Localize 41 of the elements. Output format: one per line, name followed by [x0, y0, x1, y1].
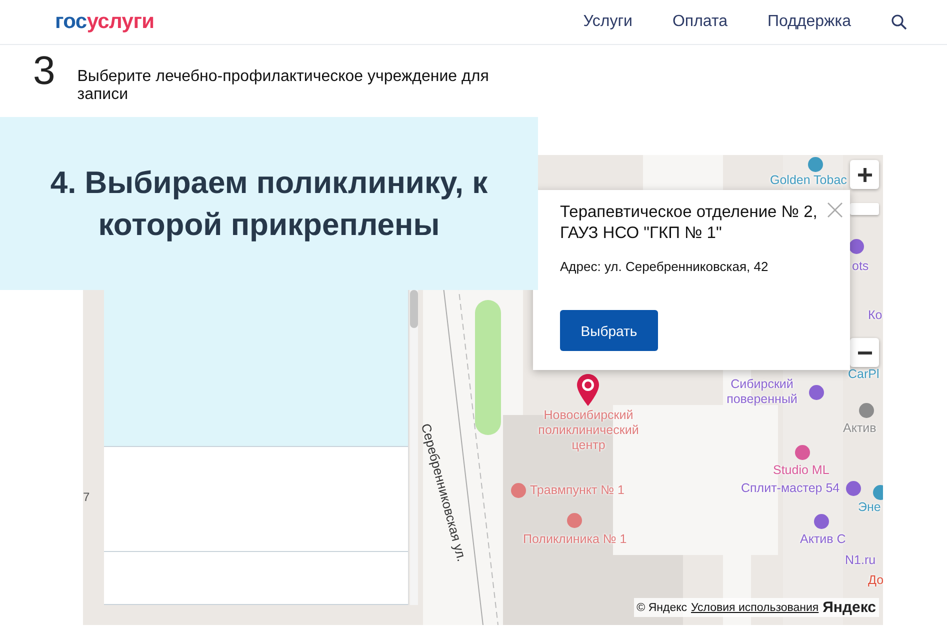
nav-link[interactable]: Оплата	[672, 13, 728, 31]
map-label: 7	[83, 490, 90, 504]
map-label: Актив	[843, 421, 876, 436]
select-button[interactable]: Выбрать	[560, 310, 658, 351]
map-label: CarPl	[848, 367, 880, 382]
poi-icon[interactable]	[849, 239, 864, 254]
map-label: Studio ML	[773, 463, 830, 478]
popup-address: Адрес: ул. Серебренниковская, 42	[560, 259, 770, 274]
nav-link[interactable]: Услуги	[583, 13, 632, 31]
scrollbar[interactable]	[410, 290, 418, 605]
zoom-in-button[interactable]	[850, 160, 879, 189]
plus-icon	[858, 168, 872, 182]
zoom-out-button[interactable]	[850, 338, 879, 367]
map-label: Эне	[858, 500, 881, 515]
map-marker-icon[interactable]	[576, 373, 600, 407]
map-label: ots	[852, 259, 869, 274]
minus-icon	[858, 350, 872, 354]
nav-link[interactable]: Поддержка	[768, 13, 851, 31]
map-label: До	[868, 573, 883, 588]
popup-title: Терапевтическое отделение № 2, ГАУЗ НСО "ГКП № 1"	[560, 202, 818, 244]
gosuslugi-logo[interactable]: госуслуги	[55, 10, 154, 34]
map-label: N1.ru	[845, 553, 876, 568]
close-icon[interactable]	[826, 202, 844, 220]
terms-link[interactable]: Условия использования	[691, 602, 819, 614]
map-label: Актив С	[800, 532, 846, 547]
map-label: Травмпункт № 1	[530, 483, 624, 498]
map-label: Поликлиника № 1	[523, 532, 627, 547]
map-label: Ко	[868, 308, 882, 323]
search-icon[interactable]	[891, 14, 907, 30]
banner-text: 4. Выбираем поликлинику, к которой прикреплены	[49, 164, 489, 244]
map-label: Новосибирский поликлинический центр	[537, 408, 640, 453]
yandex-logo[interactable]: Яндекс	[822, 599, 876, 616]
step-number: 3	[33, 51, 56, 91]
poi-icon[interactable]	[859, 403, 874, 418]
zoom-slider-handle[interactable]	[850, 203, 879, 215]
step-title: Выберите лечебно-профилактическое учреждение для записи	[77, 68, 490, 104]
poi-icon[interactable]	[846, 481, 861, 496]
map-label: Сибирский поверенный	[726, 377, 798, 407]
map-label: Golden Tobac	[770, 173, 847, 188]
copyright-text: © Яндекс	[636, 602, 687, 614]
map-label: Сплит-мастер 54	[741, 481, 840, 496]
